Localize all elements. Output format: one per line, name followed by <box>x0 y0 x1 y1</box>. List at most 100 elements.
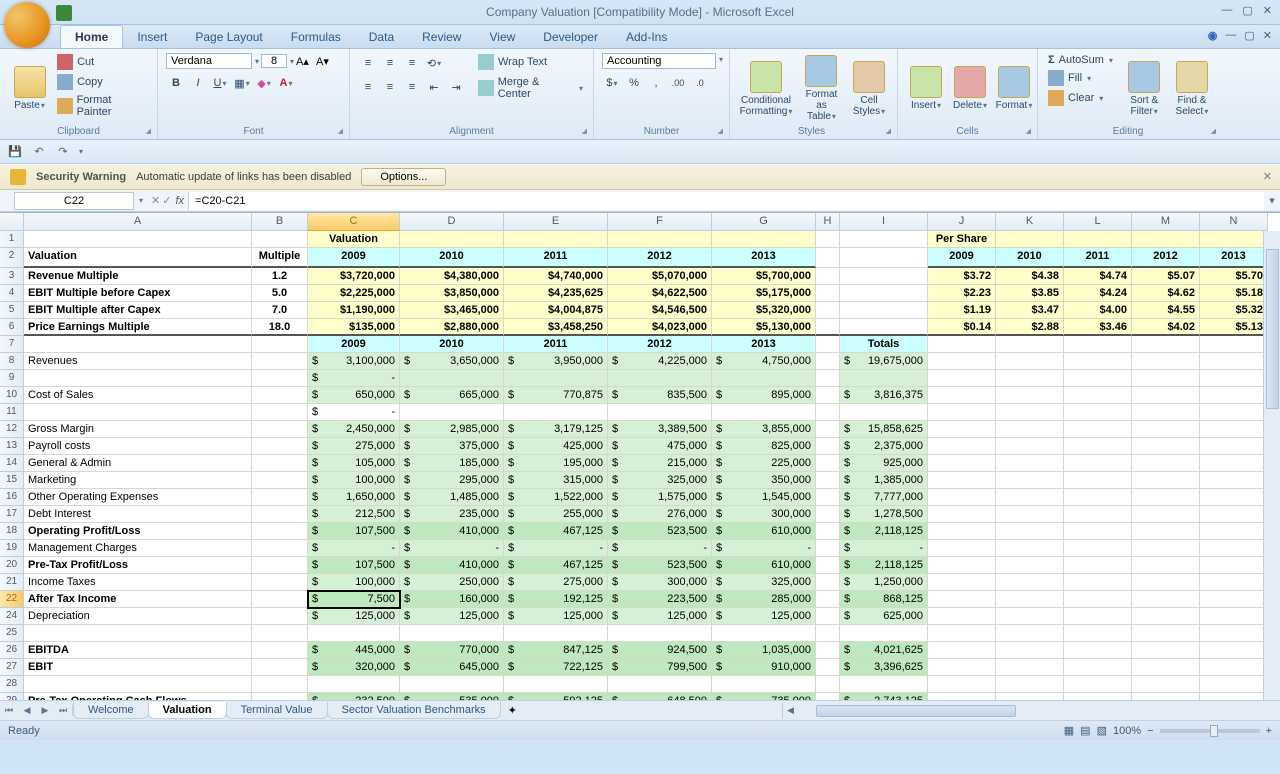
data-cell[interactable]: $665,000 <box>400 387 504 404</box>
valuation-value[interactable]: $3,850,000 <box>400 285 504 302</box>
col-header-a[interactable]: A <box>24 213 252 231</box>
format-as-table-button[interactable]: Formatas Table▾ <box>798 53 845 124</box>
cell[interactable] <box>816 659 840 676</box>
vertical-scrollbar[interactable] <box>1263 231 1280 700</box>
row-header[interactable]: 29 <box>0 693 24 700</box>
data-cell[interactable]: $650,000 <box>308 387 400 404</box>
valuation-value[interactable]: $5,320,000 <box>712 302 816 319</box>
data-cell[interactable]: $195,000 <box>504 455 608 472</box>
data-cell[interactable]: $1,522,000 <box>504 489 608 506</box>
totals-header[interactable]: Totals <box>840 336 928 353</box>
data-cell[interactable] <box>308 625 400 642</box>
cell[interactable] <box>1064 404 1132 421</box>
per-share-value[interactable]: $4.24 <box>1064 285 1132 302</box>
cell[interactable] <box>1132 608 1200 625</box>
data-cell[interactable]: $3,179,125 <box>504 421 608 438</box>
cell[interactable] <box>816 302 840 319</box>
multiple-value[interactable]: 5.0 <box>252 285 308 302</box>
cell[interactable] <box>252 642 308 659</box>
data-cell[interactable]: $275,000 <box>308 438 400 455</box>
multiple-value[interactable]: 7.0 <box>252 302 308 319</box>
row-label[interactable] <box>24 404 252 421</box>
cell[interactable] <box>1200 336 1268 353</box>
view-break-icon[interactable]: ▧ <box>1097 724 1107 737</box>
cell[interactable] <box>840 268 928 285</box>
new-sheet-icon[interactable]: ✦ <box>508 704 517 717</box>
cell[interactable] <box>1200 421 1268 438</box>
per-share-value[interactable]: $0.14 <box>928 319 996 336</box>
total-cell[interactable]: $- <box>840 540 928 557</box>
year-header[interactable]: 2011 <box>504 336 608 353</box>
data-cell[interactable]: $3,389,500 <box>608 421 712 438</box>
section-title[interactable]: Valuation <box>24 248 252 268</box>
year-header[interactable]: 2012 <box>608 248 712 268</box>
data-cell[interactable] <box>712 404 816 421</box>
data-cell[interactable]: $410,000 <box>400 523 504 540</box>
decrease-decimal-icon[interactable]: .0 <box>690 73 710 93</box>
cell[interactable] <box>816 523 840 540</box>
close-workbook-icon[interactable]: ✕ <box>1263 29 1272 42</box>
cell[interactable] <box>816 248 840 268</box>
data-cell[interactable]: $735,000 <box>712 693 816 700</box>
data-cell[interactable] <box>308 676 400 693</box>
valuation-value[interactable]: $5,130,000 <box>712 319 816 336</box>
cell[interactable] <box>816 489 840 506</box>
cell[interactable] <box>816 693 840 700</box>
cell[interactable] <box>1132 659 1200 676</box>
cell[interactable] <box>252 591 308 608</box>
data-cell[interactable]: $232,500 <box>308 693 400 700</box>
fx-icon[interactable]: fx <box>175 195 184 207</box>
row-label[interactable]: EBIT <box>24 659 252 676</box>
row-label[interactable]: Marketing <box>24 472 252 489</box>
total-cell[interactable] <box>840 676 928 693</box>
col-header-j[interactable]: J <box>928 213 996 231</box>
valuation-value[interactable]: $5,175,000 <box>712 285 816 302</box>
data-cell[interactable]: $1,545,000 <box>712 489 816 506</box>
data-cell[interactable]: $1,575,000 <box>608 489 712 506</box>
total-cell[interactable] <box>840 404 928 421</box>
cell[interactable] <box>1132 506 1200 523</box>
cell[interactable] <box>1064 523 1132 540</box>
valuation-value[interactable]: $2,880,000 <box>400 319 504 336</box>
fill-button[interactable]: Fill▾ <box>1046 69 1119 87</box>
cell[interactable] <box>928 540 996 557</box>
row-label[interactable] <box>24 370 252 387</box>
grow-font-icon[interactable]: A▴ <box>296 55 314 68</box>
cell[interactable] <box>1132 455 1200 472</box>
wrap-text-button[interactable]: Wrap Text <box>476 53 585 71</box>
insert-cells-button[interactable]: Insert▾ <box>906 53 946 124</box>
tab-view[interactable]: View <box>475 26 529 48</box>
first-sheet-icon[interactable]: ⏮ <box>0 705 18 716</box>
col-header-h[interactable]: H <box>816 213 840 231</box>
cell[interactable] <box>1132 353 1200 370</box>
cell[interactable] <box>928 353 996 370</box>
cell[interactable] <box>252 387 308 404</box>
last-sheet-icon[interactable]: ⏭ <box>54 705 72 716</box>
undo-icon[interactable]: ↶ <box>30 143 48 161</box>
view-layout-icon[interactable]: ▤ <box>1080 724 1090 737</box>
row-header[interactable]: 22 <box>0 591 24 608</box>
cell[interactable] <box>996 421 1064 438</box>
data-cell[interactable]: $- <box>608 540 712 557</box>
valuation-header[interactable]: Valuation <box>308 231 400 248</box>
cell[interactable] <box>1064 557 1132 574</box>
year-header[interactable]: 2013 <box>1200 248 1268 268</box>
total-cell[interactable]: $868,125 <box>840 591 928 608</box>
data-cell[interactable]: $192,125 <box>504 591 608 608</box>
data-cell[interactable]: $225,000 <box>712 455 816 472</box>
close-security-icon[interactable]: ✕ <box>1263 170 1272 183</box>
cell[interactable] <box>996 231 1064 248</box>
data-cell[interactable]: $- <box>308 540 400 557</box>
cell[interactable] <box>1132 231 1200 248</box>
cell[interactable] <box>1064 574 1132 591</box>
year-header[interactable]: 2013 <box>712 248 816 268</box>
tab-developer[interactable]: Developer <box>529 26 612 48</box>
cell[interactable] <box>816 472 840 489</box>
cell[interactable] <box>816 608 840 625</box>
data-cell[interactable]: $910,000 <box>712 659 816 676</box>
currency-icon[interactable]: $▾ <box>602 73 622 93</box>
per-share-value[interactable]: $2.23 <box>928 285 996 302</box>
autosum-button[interactable]: ΣAutoSum▾ <box>1046 53 1119 67</box>
cell[interactable] <box>1064 336 1132 353</box>
data-cell[interactable]: $125,000 <box>308 608 400 625</box>
